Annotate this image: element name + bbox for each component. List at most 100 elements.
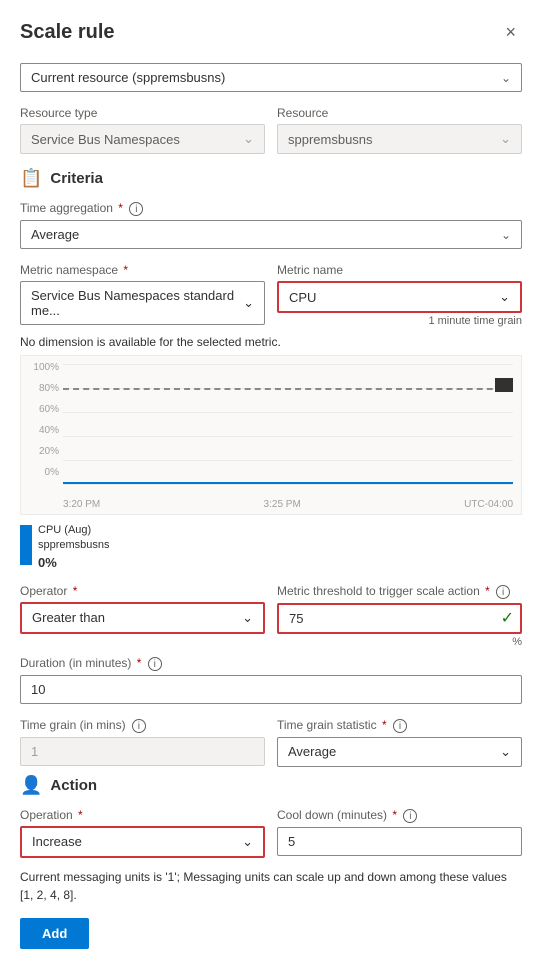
chevron-down-icon: ⌄ xyxy=(242,610,253,626)
operation-label: Operation * xyxy=(20,808,265,822)
chart-data-line xyxy=(63,482,513,484)
chart-legend: CPU (Aug)sppremsbusns 0% xyxy=(20,523,522,572)
resource-type-row: Resource type Service Bus Namespaces ⌄ R… xyxy=(20,106,522,154)
action-section: 👤 Action Operation * Increase ⌄ Cool dow… xyxy=(20,775,522,858)
operator-label: Operator * xyxy=(20,584,265,598)
y-label-80: 80% xyxy=(23,383,59,394)
operator-dropdown[interactable]: Greater than ⌄ xyxy=(20,602,265,634)
metric-name-value: CPU xyxy=(289,290,316,305)
panel-header: Scale rule × xyxy=(20,20,522,45)
time-aggregation-dropdown[interactable]: Average ⌄ xyxy=(20,220,522,249)
criteria-icon: 📋 xyxy=(20,168,42,189)
criteria-section-title: 📋 Criteria xyxy=(20,168,522,189)
legend-color xyxy=(20,525,32,565)
info-icon[interactable]: i xyxy=(403,809,417,823)
chart-yaxis: 100% 80% 60% 40% 20% 0% xyxy=(21,356,61,484)
chart-xaxis: 3:20 PM 3:25 PM UTC-04:00 xyxy=(63,499,513,510)
chevron-down-icon: ⌄ xyxy=(500,744,511,760)
chart-inner xyxy=(63,364,513,484)
chevron-down-icon: ⌄ xyxy=(499,289,510,305)
percent-suffix: % xyxy=(277,636,522,648)
time-grain-mins-input xyxy=(20,737,265,766)
current-resource-dropdown[interactable]: Current resource (sppremsbusns) ⌄ xyxy=(20,63,522,92)
current-resource-value: Current resource (sppremsbusns) xyxy=(31,70,225,85)
metric-row: Metric namespace * Service Bus Namespace… xyxy=(20,263,522,327)
gridline-0 xyxy=(63,484,513,485)
time-grain-stat-dropdown[interactable]: Average ⌄ xyxy=(277,737,522,767)
chevron-down-icon: ⌄ xyxy=(501,71,511,85)
criteria-title: Criteria xyxy=(50,170,103,187)
info-icon[interactable]: i xyxy=(148,657,162,671)
threshold-label: Metric threshold to trigger scale action… xyxy=(277,584,522,599)
resource-type-col: Resource type Service Bus Namespaces ⌄ xyxy=(20,106,265,154)
chevron-down-icon: ⌄ xyxy=(242,834,253,850)
info-icon[interactable]: i xyxy=(496,585,510,599)
threshold-input-wrapper: ✓ xyxy=(277,603,522,634)
time-aggregation-group: Time aggregation * i Average ⌄ xyxy=(20,201,522,249)
operation-col: Operation * Increase ⌄ xyxy=(20,808,265,858)
no-dimension-text: No dimension is available for the select… xyxy=(20,335,522,349)
metric-namespace-label: Metric namespace * xyxy=(20,263,265,277)
legend-text: CPU (Aug)sppremsbusns 0% xyxy=(38,523,110,572)
operation-dropdown[interactable]: Increase ⌄ xyxy=(20,826,265,858)
time-grain-stat-label: Time grain statistic * i xyxy=(277,718,522,733)
chevron-down-icon: ⌄ xyxy=(243,131,254,147)
info-icon[interactable]: i xyxy=(132,719,146,733)
action-title: Action xyxy=(50,777,97,794)
required-marker: * xyxy=(118,201,123,215)
action-section-title: 👤 Action xyxy=(20,775,522,796)
resource-label: Resource xyxy=(277,106,522,120)
operator-value: Greater than xyxy=(32,610,105,625)
resource-dropdown[interactable]: sppremsbusns ⌄ xyxy=(277,124,522,154)
chart-area: 100% 80% 60% 40% 20% 0% xyxy=(20,355,522,515)
metric-name-dropdown[interactable]: CPU ⌄ xyxy=(277,281,522,313)
operator-col: Operator * Greater than ⌄ xyxy=(20,584,265,648)
check-icon: ✓ xyxy=(501,608,514,628)
dashed-threshold-line xyxy=(63,388,513,390)
cooldown-input[interactable] xyxy=(277,827,522,856)
chevron-down-icon: ⌄ xyxy=(500,131,511,147)
legend-value: 0% xyxy=(38,554,110,572)
duration-input[interactable] xyxy=(20,675,522,704)
metric-name-label: Metric name xyxy=(277,263,522,277)
y-label-100: 100% xyxy=(23,362,59,373)
operation-value: Increase xyxy=(32,834,82,849)
duration-group: Duration (in minutes) * i xyxy=(20,656,522,704)
time-aggregation-value: Average xyxy=(31,227,79,242)
y-label-60: 60% xyxy=(23,404,59,415)
info-icon[interactable]: i xyxy=(129,202,143,216)
resource-value: sppremsbusns xyxy=(288,132,373,147)
gridline-100 xyxy=(63,364,513,365)
chevron-down-icon: ⌄ xyxy=(243,295,254,311)
action-icon: 👤 xyxy=(20,775,42,796)
operator-threshold-row: Operator * Greater than ⌄ Metric thresho… xyxy=(20,584,522,648)
panel-title: Scale rule xyxy=(20,21,115,44)
cooldown-label: Cool down (minutes) * i xyxy=(277,808,522,823)
y-label-0: 0% xyxy=(23,467,59,478)
note-text: Current messaging units is '1'; Messagin… xyxy=(20,868,522,904)
operation-cooldown-row: Operation * Increase ⌄ Cool down (minute… xyxy=(20,808,522,858)
y-label-20: 20% xyxy=(23,446,59,457)
info-icon[interactable]: i xyxy=(393,719,407,733)
time-grain-row: Time grain (in mins) i Time grain statis… xyxy=(20,718,522,767)
threshold-input[interactable] xyxy=(277,603,522,634)
gridline-20 xyxy=(63,460,513,461)
duration-label: Duration (in minutes) * i xyxy=(20,656,522,671)
time-grain-mins-label: Time grain (in mins) i xyxy=(20,718,265,733)
threshold-col: Metric threshold to trigger scale action… xyxy=(277,584,522,648)
time-grain-col: Time grain (in mins) i xyxy=(20,718,265,767)
legend-label: CPU (Aug)sppremsbusns xyxy=(38,523,110,554)
resource-type-dropdown[interactable]: Service Bus Namespaces ⌄ xyxy=(20,124,265,154)
scale-rule-panel: Scale rule × Current resource (sppremsbu… xyxy=(0,0,542,969)
gridline-60 xyxy=(63,412,513,413)
x-label-utc: UTC-04:00 xyxy=(464,499,513,510)
chart-gridlines xyxy=(63,364,513,484)
metric-name-col: Metric name CPU ⌄ 1 minute time grain xyxy=(277,263,522,327)
chevron-down-icon: ⌄ xyxy=(501,228,511,242)
metric-namespace-dropdown[interactable]: Service Bus Namespaces standard me... ⌄ xyxy=(20,281,265,325)
metric-namespace-value: Service Bus Namespaces standard me... xyxy=(31,288,243,318)
close-button[interactable]: × xyxy=(499,20,522,45)
time-grain-stat-col: Time grain statistic * i Average ⌄ xyxy=(277,718,522,767)
x-label-320: 3:20 PM xyxy=(63,499,100,510)
add-button[interactable]: Add xyxy=(20,918,89,949)
